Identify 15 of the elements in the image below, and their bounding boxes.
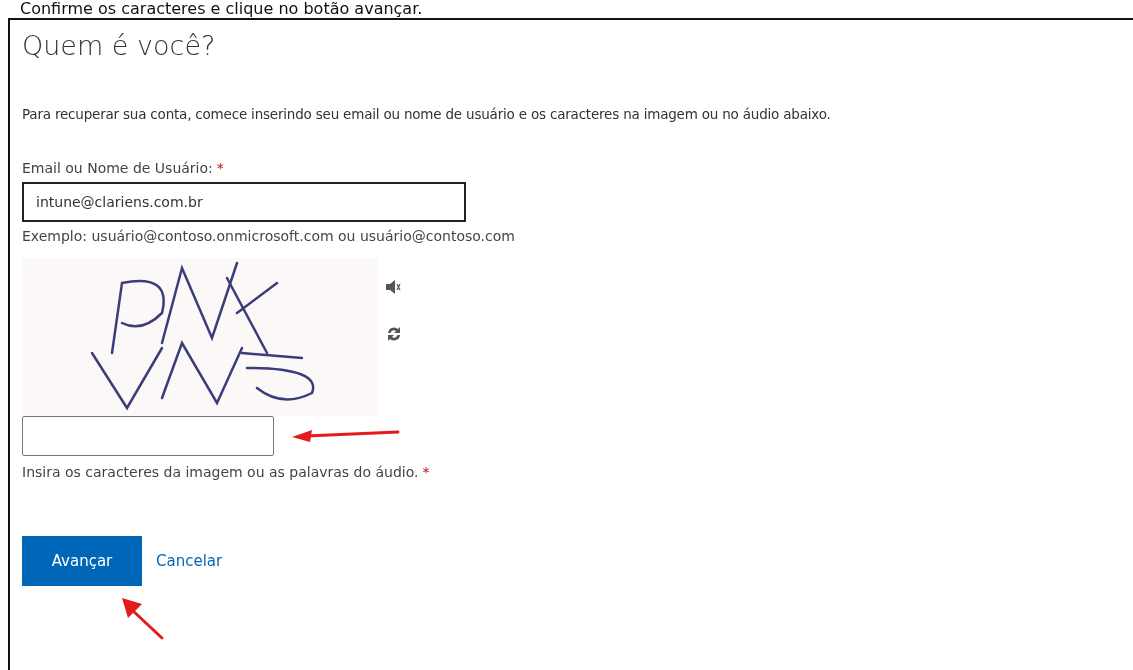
field-label: Email ou Nome de Usuário: — [22, 160, 213, 176]
example-hint: Exemplo: usuário@contoso.onmicrosoft.com ou usuário@contoso.com — [22, 228, 516, 244]
page-title: Quem é você? — [22, 29, 217, 63]
captcha-input-field[interactable] — [22, 416, 274, 456]
cancel-link[interactable]: Cancelar — [156, 552, 223, 570]
annotation-arrow — [120, 596, 166, 642]
speaker-icon[interactable] — [386, 280, 402, 294]
username-input-field[interactable]: intune@clariens.com.br — [22, 182, 466, 222]
refresh-icon[interactable] — [386, 326, 402, 342]
required-mark: * — [422, 464, 430, 480]
caption-text: Confirme os caracteres e clique no botão avançar. — [19, 0, 424, 18]
description-text: Para recuperar sua conta, comece inserindo seu email ou nome de usuário e os caracteres na imagem ou no áudio abaixo. — [22, 106, 832, 122]
required-mark: * — [216, 160, 224, 176]
captcha-hint: Insira os caracteres da imagem ou as palavras do áudio. — [22, 464, 419, 480]
next-button[interactable]: Avançar — [22, 536, 142, 586]
